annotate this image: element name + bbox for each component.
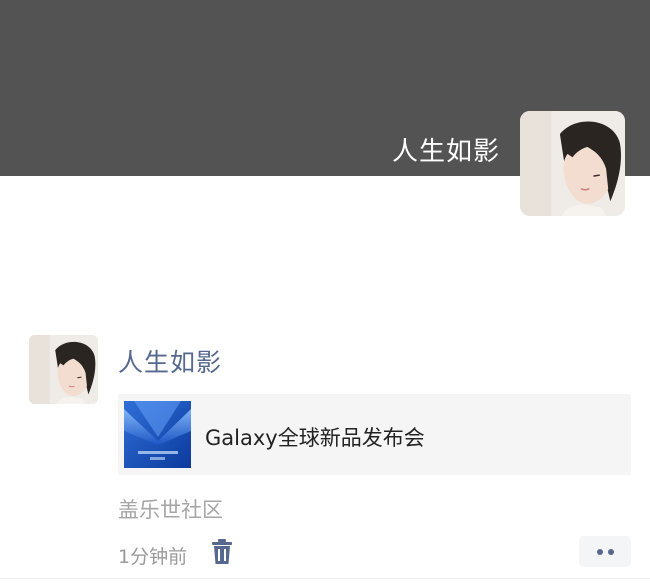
- divider: [0, 578, 650, 579]
- more-dot-icon: [608, 549, 614, 555]
- post-source[interactable]: 盖乐世社区: [118, 494, 223, 524]
- post-author-avatar[interactable]: [29, 335, 98, 404]
- trash-icon[interactable]: [210, 539, 234, 565]
- link-thumbnail: [124, 401, 191, 468]
- link-title: Galaxy全球新品发布会: [205, 426, 425, 450]
- post-author-name[interactable]: 人生如影: [118, 343, 222, 379]
- post-time: 1分钟前: [118, 546, 188, 568]
- cover-user-name[interactable]: 人生如影: [392, 131, 500, 168]
- avatar-image: [29, 335, 98, 404]
- avatar-image: [520, 111, 625, 216]
- galaxy-thumbnail-image: [124, 401, 191, 468]
- profile-avatar[interactable]: [520, 111, 625, 216]
- more-options-button[interactable]: [579, 536, 631, 567]
- shared-link-card[interactable]: Galaxy全球新品发布会: [118, 394, 631, 475]
- more-dot-icon: [597, 549, 603, 555]
